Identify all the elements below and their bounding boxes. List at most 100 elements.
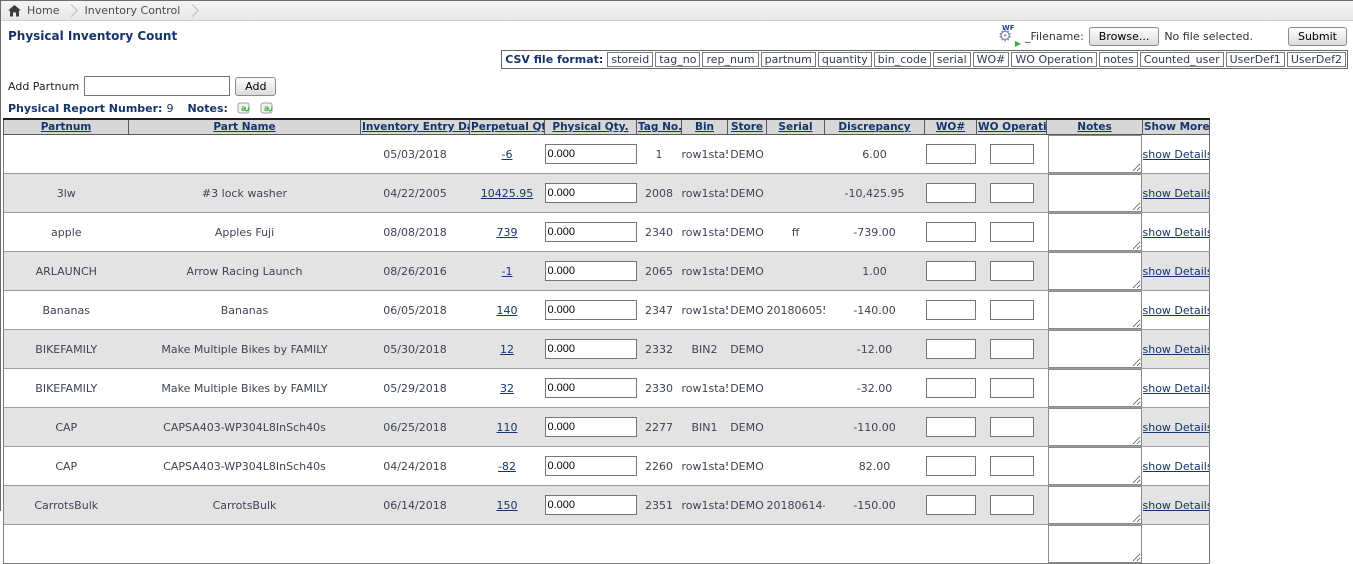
row-notes-textarea[interactable] — [1048, 525, 1142, 563]
cell-bin: BIN1 — [682, 408, 728, 447]
row-notes-textarea[interactable] — [1048, 174, 1142, 212]
wo-operation-input[interactable] — [990, 417, 1034, 437]
wo-operation-input[interactable] — [990, 144, 1034, 164]
perpetual-qty-link[interactable]: 32 — [500, 382, 514, 395]
row-notes-textarea[interactable] — [1048, 408, 1142, 446]
row-notes-textarea[interactable] — [1048, 291, 1142, 329]
show-details-link[interactable]: show Details — [1143, 382, 1210, 395]
row-notes-textarea[interactable] — [1048, 369, 1142, 407]
cell-store: DEMO — [728, 486, 767, 525]
add-button[interactable]: Add — [235, 77, 276, 96]
wo-number-input[interactable] — [926, 144, 976, 164]
add-partnum-input[interactable] — [84, 76, 230, 96]
cell-wo — [925, 252, 977, 291]
physical-qty-input[interactable] — [545, 417, 637, 437]
header-physical-qty[interactable]: Physical Qty. — [545, 119, 637, 135]
perpetual-qty-link[interactable]: -1 — [502, 265, 513, 278]
cell-notes — [1047, 330, 1143, 369]
header-serial[interactable]: Serial — [767, 119, 825, 135]
cell-entry-date: 06/25/2018 — [361, 408, 470, 447]
physical-qty-input[interactable] — [545, 261, 637, 281]
physical-qty-input[interactable] — [545, 183, 637, 203]
row-notes-textarea[interactable] — [1048, 252, 1142, 290]
show-details-link[interactable]: show Details — [1143, 187, 1210, 200]
submit-button[interactable]: Submit — [1288, 27, 1347, 46]
cell-wo-operation — [977, 330, 1047, 369]
table-row: 3lw #3 lock washer 04/22/2005 10425.95 2… — [4, 174, 1210, 213]
wo-number-input[interactable] — [926, 495, 976, 515]
wo-number-input[interactable] — [926, 222, 976, 242]
header-store[interactable]: Store — [728, 119, 767, 135]
header-inventory-entry-date[interactable]: Inventory Entry Date — [361, 119, 470, 135]
perpetual-qty-link[interactable]: 110 — [497, 421, 518, 434]
browse-button[interactable]: Browse... — [1089, 27, 1160, 46]
breadcrumb-inventory-control[interactable]: Inventory Control — [84, 4, 180, 17]
table-row: CarrotsBulk CarrotsBulk 06/14/2018 150 2… — [4, 486, 1210, 525]
cell-tag-no: 2351 — [637, 486, 682, 525]
physical-qty-input[interactable] — [545, 456, 637, 476]
header-wo-operation[interactable]: WO Operation — [977, 119, 1047, 135]
note-export-icon[interactable]: a — [260, 102, 274, 115]
perpetual-qty-link[interactable]: -82 — [498, 460, 516, 473]
cell-perpetual-qty: -82 — [470, 447, 545, 486]
note-export-icon[interactable]: a — [237, 102, 251, 115]
physical-qty-input[interactable] — [545, 495, 637, 515]
row-notes-textarea[interactable] — [1048, 135, 1142, 173]
wo-operation-input[interactable] — [990, 339, 1034, 359]
cell-show-more — [1143, 525, 1210, 564]
wo-operation-input[interactable] — [990, 300, 1034, 320]
header-partnum[interactable]: Partnum — [4, 119, 129, 135]
physical-qty-input[interactable] — [545, 144, 637, 164]
wo-number-input[interactable] — [926, 417, 976, 437]
cell-discrepancy: 82.00 — [825, 447, 925, 486]
perpetual-qty-link[interactable]: 150 — [497, 499, 518, 512]
perpetual-qty-link[interactable]: 10425.95 — [481, 187, 534, 200]
wo-number-input[interactable] — [926, 339, 976, 359]
cell-notes — [1047, 369, 1143, 408]
header-tag-no[interactable]: Tag No. — [637, 119, 682, 135]
breadcrumb-home[interactable]: Home — [27, 4, 59, 17]
physical-qty-input[interactable] — [545, 222, 637, 242]
show-details-link[interactable]: show Details — [1143, 304, 1210, 317]
row-notes-textarea[interactable] — [1048, 330, 1142, 368]
header-perpetual-qty[interactable]: Perpetual Qty. — [470, 119, 545, 135]
wo-number-input[interactable] — [926, 456, 976, 476]
show-details-link[interactable]: show Details — [1143, 421, 1210, 434]
show-details-link[interactable]: show Details — [1143, 148, 1210, 161]
wo-number-input[interactable] — [926, 183, 976, 203]
show-details-link[interactable]: show Details — [1143, 499, 1210, 512]
cell-perpetual-qty: -1 — [470, 252, 545, 291]
header-discrepancy[interactable]: Discrepancy — [825, 119, 925, 135]
perpetual-qty-link[interactable]: 140 — [497, 304, 518, 317]
cell-part-name: #3 lock washer — [129, 174, 361, 213]
header-wo[interactable]: WO# — [925, 119, 977, 135]
row-notes-textarea[interactable] — [1048, 447, 1142, 485]
wo-number-input[interactable] — [926, 378, 976, 398]
wo-operation-input[interactable] — [990, 222, 1034, 242]
cell-wo — [925, 330, 977, 369]
wo-number-input[interactable] — [926, 300, 976, 320]
physical-qty-input[interactable] — [545, 300, 637, 320]
wo-operation-input[interactable] — [990, 183, 1034, 203]
row-notes-textarea[interactable] — [1048, 213, 1142, 251]
cell-wo — [925, 213, 977, 252]
physical-qty-input[interactable] — [545, 339, 637, 359]
header-bin[interactable]: Bin — [682, 119, 728, 135]
wo-operation-input[interactable] — [990, 378, 1034, 398]
physical-qty-input[interactable] — [545, 378, 637, 398]
wo-operation-input[interactable] — [990, 495, 1034, 515]
show-details-link[interactable]: show Details — [1143, 265, 1210, 278]
show-details-link[interactable]: show Details — [1143, 226, 1210, 239]
perpetual-qty-link[interactable]: -6 — [502, 148, 513, 161]
header-notes[interactable]: Notes — [1047, 119, 1143, 135]
show-details-link[interactable]: show Details — [1143, 343, 1210, 356]
csv-field-storeid: storeid — [607, 52, 653, 67]
perpetual-qty-link[interactable]: 739 — [497, 226, 518, 239]
wo-operation-input[interactable] — [990, 456, 1034, 476]
show-details-link[interactable]: show Details — [1143, 460, 1210, 473]
row-notes-textarea[interactable] — [1048, 486, 1142, 524]
header-part-name[interactable]: Part Name — [129, 119, 361, 135]
wo-operation-input[interactable] — [990, 261, 1034, 281]
perpetual-qty-link[interactable]: 12 — [500, 343, 514, 356]
wo-number-input[interactable] — [926, 261, 976, 281]
